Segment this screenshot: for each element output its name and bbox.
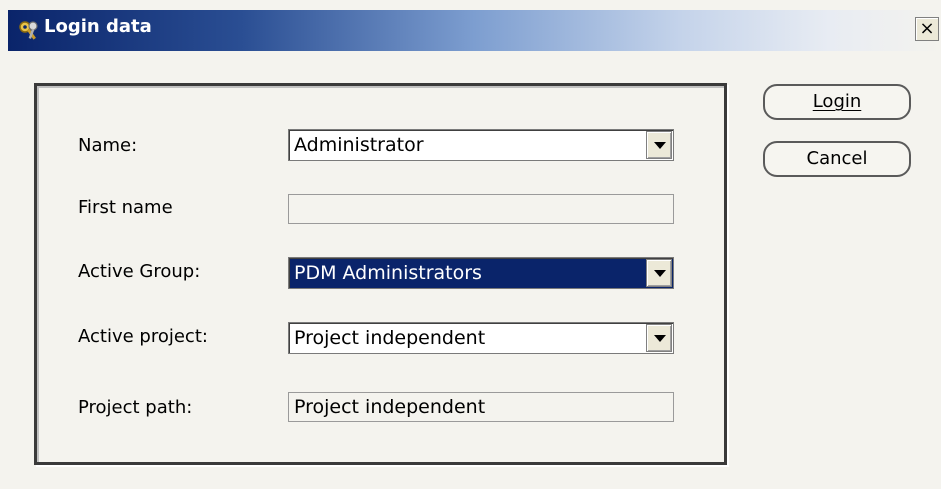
name-value: Administrator — [294, 134, 424, 156]
close-button[interactable]: × — [915, 17, 939, 41]
project-path-value: Project independent — [294, 396, 486, 418]
active-group-label: Active Group: — [78, 261, 201, 282]
login-button[interactable]: Login — [763, 84, 911, 120]
login-button-label: Login — [812, 91, 862, 112]
cancel-button[interactable]: Cancel — [763, 141, 911, 177]
project-path-field: Project independent — [288, 392, 674, 422]
active-group-dropdown[interactable]: PDM Administrators — [288, 257, 674, 289]
cancel-button-label: Cancel — [806, 148, 868, 169]
name-label: Name: — [78, 135, 138, 156]
active-project-dropdown[interactable]: Project independent — [288, 322, 674, 354]
project-path-label: Project path: — [78, 397, 193, 418]
first-name-field — [288, 194, 674, 224]
active-project-label: Active project: — [78, 326, 208, 347]
first-name-label: First name — [78, 197, 173, 218]
keys-icon — [18, 20, 40, 42]
close-icon: × — [919, 18, 935, 39]
title-bar[interactable]: Login data × — [8, 10, 941, 51]
window-title: Login data — [44, 16, 152, 37]
active-project-value: Project independent — [294, 327, 486, 349]
login-dialog: Login data × Name: Administrator First n… — [0, 0, 941, 489]
chevron-down-icon[interactable] — [646, 324, 672, 352]
active-group-value: PDM Administrators — [294, 262, 482, 284]
name-dropdown[interactable]: Administrator — [288, 129, 674, 161]
dialog-body: Name: Administrator First name Active Gr… — [8, 51, 941, 489]
chevron-down-icon[interactable] — [646, 259, 672, 287]
chevron-down-icon[interactable] — [646, 131, 672, 159]
